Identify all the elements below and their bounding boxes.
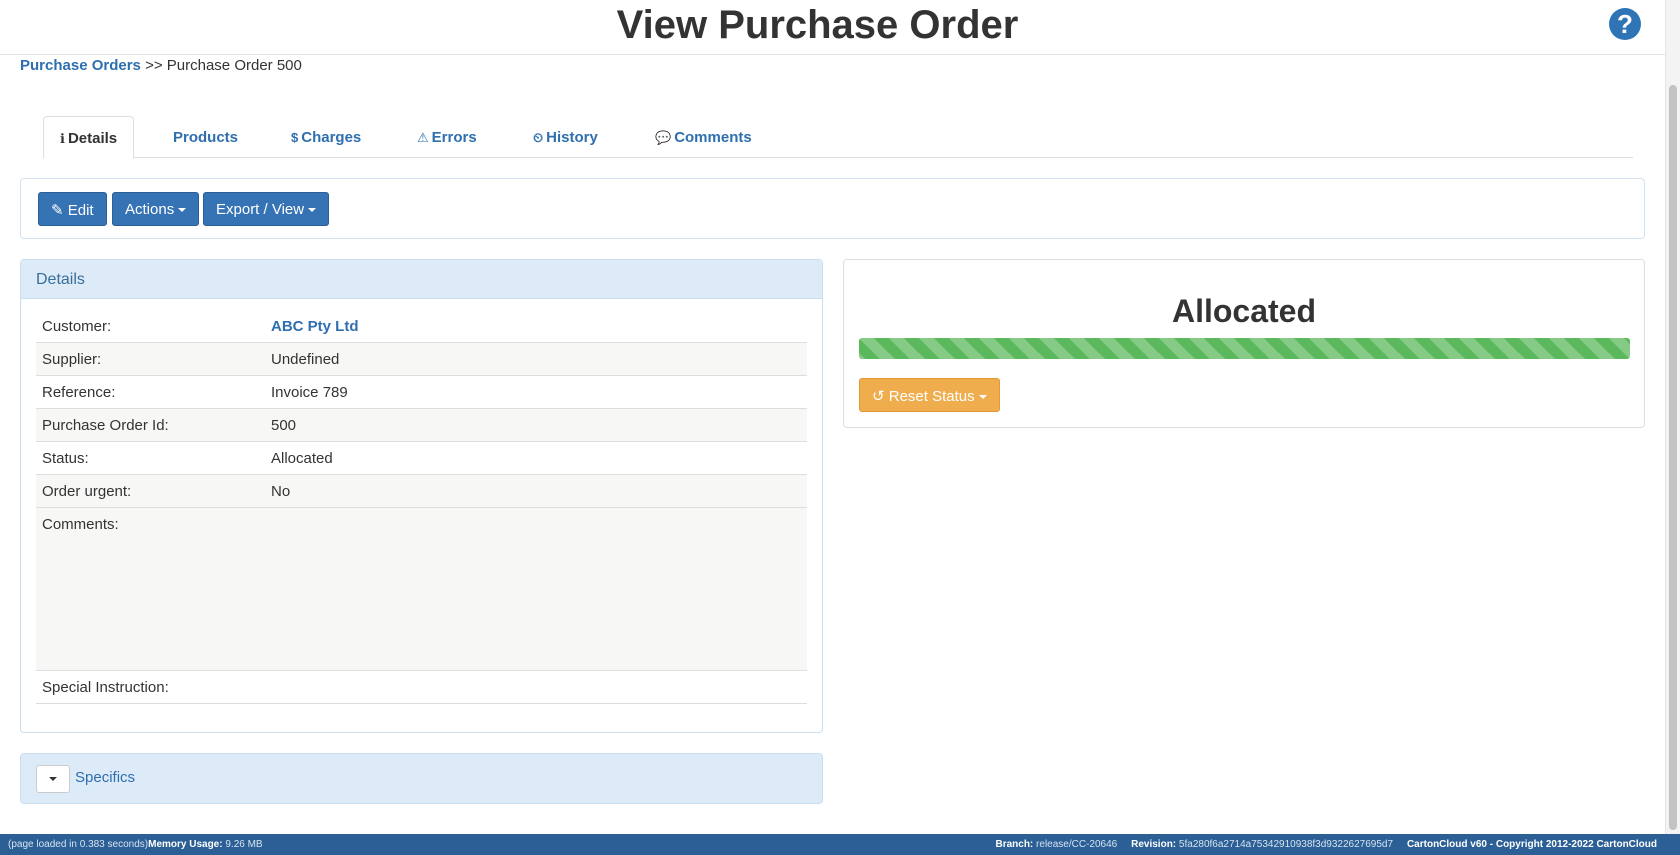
- specifics-label[interactable]: Specifics: [75, 769, 135, 786]
- specifics-panel: Specifics: [20, 753, 823, 804]
- export-view-dropdown-button[interactable]: Export / View: [203, 192, 330, 226]
- detail-label: Special Instruction:: [42, 679, 169, 696]
- breadcrumb-current: Purchase Order 500: [166, 57, 302, 74]
- details-table: Customer: ABC Pty Ltd Supplier: Undefine…: [36, 310, 807, 704]
- caret-down-icon: [178, 208, 187, 213]
- caret-down-icon: [978, 395, 987, 400]
- footer-branch-label: Branch:: [995, 839, 1034, 850]
- tab-details-label: Details: [67, 130, 118, 147]
- tab-charges-label: Charges: [301, 129, 362, 146]
- tab-errors-label: Errors: [431, 129, 477, 146]
- tab-charges[interactable]: $ Charges: [275, 116, 377, 158]
- detail-row-status: Status: Allocated: [36, 442, 807, 475]
- status-panel: Allocated ↺ Reset Status: [843, 259, 1645, 428]
- detail-value: Invoice 789: [271, 384, 348, 401]
- vertical-scrollbar[interactable]: [1665, 0, 1680, 834]
- actions-button-label: Actions: [125, 201, 175, 218]
- tab-products[interactable]: Products: [157, 116, 254, 158]
- edit-button[interactable]: ✎ Edit: [38, 192, 107, 226]
- breadcrumb-separator: >>: [145, 57, 163, 74]
- footer-load-time: (page loaded in 0.383 seconds): [8, 839, 149, 850]
- detail-label: Comments:: [42, 516, 119, 533]
- footer-memory-label: Memory Usage:: [148, 839, 223, 850]
- clock-icon: ⏲: [533, 130, 544, 145]
- detail-row-comments: Comments:: [36, 508, 807, 671]
- undo-icon: ↺: [872, 388, 885, 405]
- caret-down-icon: [308, 208, 317, 213]
- page-footer: (page loaded in 0.383 seconds)Memory Usa…: [0, 834, 1680, 855]
- detail-value: Allocated: [271, 450, 333, 467]
- footer-build-info: Branch: release/CC-20646 Revision: 5fa28…: [995, 839, 1657, 850]
- detail-value: No: [271, 483, 291, 500]
- detail-row-special-instruction: Special Instruction:: [36, 671, 807, 704]
- scroll-thumb[interactable]: [1669, 85, 1677, 830]
- tab-comments-label: Comments: [674, 129, 752, 146]
- details-panel: Details Customer: ABC Pty Ltd Supplier: …: [20, 259, 823, 733]
- footer-revision-label: Revision:: [1131, 839, 1177, 850]
- detail-value: Undefined: [271, 351, 340, 368]
- reset-status-dropdown-button[interactable]: ↺ Reset Status: [859, 378, 1000, 412]
- edit-button-label: Edit: [67, 202, 94, 219]
- page-title: View Purchase Order: [616, 3, 1019, 47]
- detail-label: Supplier:: [42, 351, 102, 368]
- detail-label: Purchase Order Id:: [42, 417, 169, 434]
- detail-row-reference: Reference: Invoice 789: [36, 376, 807, 409]
- tab-details[interactable]: ℹ Details: [43, 116, 135, 159]
- detail-label: Status:: [42, 450, 89, 467]
- tab-history-label: History: [546, 129, 598, 146]
- tab-comments[interactable]: 💬 Comments: [639, 116, 768, 158]
- info-icon: ℹ: [60, 131, 65, 146]
- caret-down-icon: [49, 777, 57, 781]
- status-title: Allocated: [1171, 293, 1317, 329]
- tab-bar: ℹ Details Products $ Charges ⚠ Errors ⏲ Hist…: [43, 116, 1633, 159]
- footer-branch-value: release/CC-20646: [1036, 839, 1118, 850]
- detail-row-purchase-order-id: Purchase Order Id: 500: [36, 409, 807, 442]
- detail-row-order-urgent: Order urgent: No: [36, 475, 807, 508]
- footer-memory-value: 9.26 MB: [225, 839, 263, 850]
- actions-dropdown-button[interactable]: Actions: [112, 192, 200, 226]
- comment-icon: 💬: [655, 130, 672, 145]
- detail-label: Reference:: [42, 384, 116, 401]
- detail-value: 500: [271, 417, 297, 434]
- status-progress-bar: [859, 338, 1630, 359]
- page-header: View Purchase Order ?: [0, 0, 1665, 55]
- footer-version: CartonCloud v60 - Copyright 2012-2022: [1406, 839, 1594, 850]
- reset-status-label: Reset Status: [888, 388, 975, 405]
- pencil-icon: ✎: [51, 202, 64, 219]
- customer-link[interactable]: ABC Pty Ltd: [271, 318, 359, 335]
- detail-label: Order urgent:: [42, 483, 132, 500]
- specifics-toggle-button[interactable]: [36, 765, 70, 793]
- action-toolbar: ✎ Edit Actions Export / View: [20, 178, 1645, 239]
- tab-products-label: Products: [173, 129, 239, 146]
- breadcrumb: Purchase Orders >> Purchase Order 500: [20, 57, 302, 74]
- detail-row-customer: Customer: ABC Pty Ltd: [36, 310, 807, 343]
- detail-label: Customer:: [42, 318, 112, 335]
- tab-errors[interactable]: ⚠ Errors: [401, 116, 493, 158]
- breadcrumb-purchase-orders-link[interactable]: Purchase Orders: [20, 57, 141, 74]
- footer-load-info: (page loaded in 0.383 seconds)Memory Usa…: [8, 839, 263, 850]
- export-view-button-label: Export / View: [216, 201, 305, 218]
- tab-history[interactable]: ⏲ History: [517, 116, 614, 158]
- footer-brand: CartonCloud: [1596, 839, 1657, 850]
- warning-icon: ⚠: [417, 130, 429, 145]
- dollar-icon: $: [291, 130, 299, 145]
- help-icon[interactable]: ?: [1609, 8, 1641, 40]
- footer-revision-value: 5fa280f6a2714a75342910938f3d9322627695d7: [1178, 839, 1394, 850]
- detail-row-supplier: Supplier: Undefined: [36, 343, 807, 376]
- details-panel-heading: Details: [21, 260, 822, 299]
